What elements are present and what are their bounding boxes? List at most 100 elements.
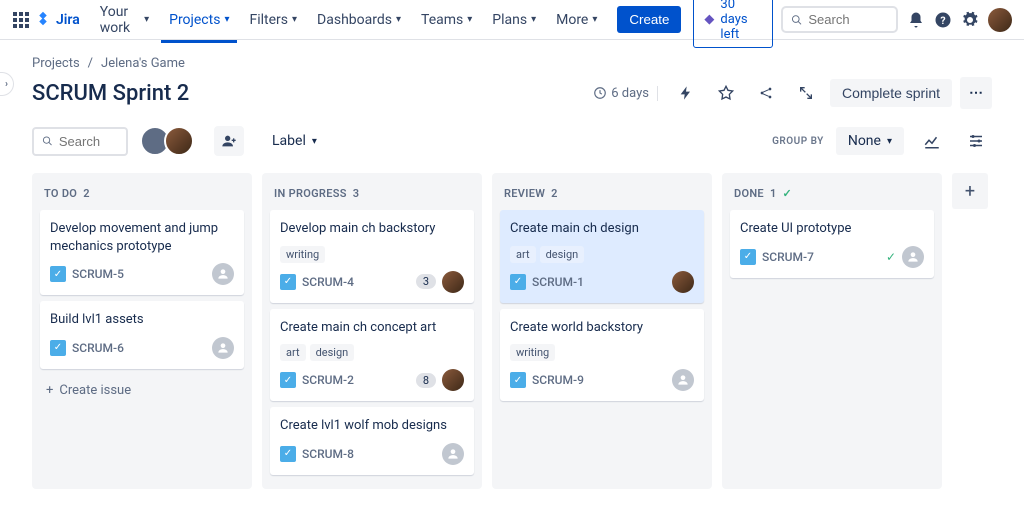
more-actions-button[interactable]: ⋯ (960, 77, 992, 109)
group-by-dropdown[interactable]: None ▾ (836, 127, 904, 155)
share-icon[interactable] (750, 77, 782, 109)
chevron-down-icon: ▾ (396, 14, 401, 25)
issue-card[interactable]: Create UI prototype✓SCRUM-7✓ (730, 210, 934, 278)
profile-avatar[interactable] (988, 6, 1012, 34)
breadcrumb-projects[interactable]: Projects (32, 56, 80, 71)
nav-projects[interactable]: Projects▾ (161, 6, 237, 34)
assignee-avatar[interactable] (672, 271, 694, 293)
chevron-down-icon: ▾ (887, 136, 892, 147)
chevron-down-icon: ▾ (531, 14, 536, 25)
done-check-icon: ✓ (886, 250, 896, 264)
issue-key[interactable]: SCRUM-2 (302, 373, 354, 387)
issue-key[interactable]: SCRUM-4 (302, 275, 354, 289)
settings-icon[interactable] (961, 6, 980, 34)
global-search[interactable] (781, 6, 898, 33)
breadcrumb-current[interactable]: Jelena's Game (101, 56, 185, 71)
issue-key[interactable]: SCRUM-9 (532, 373, 584, 387)
plus-icon: + (46, 383, 53, 398)
issue-card[interactable]: Create main ch designartdesign✓SCRUM-1 (500, 210, 704, 303)
label-dropdown[interactable]: Label ▾ (264, 127, 325, 155)
assignee-filter (140, 126, 194, 156)
assignee-avatar[interactable] (212, 263, 234, 285)
task-type-icon: ✓ (280, 274, 296, 290)
card-tags: artdesign (280, 344, 464, 361)
apps-switcher-icon[interactable] (12, 8, 30, 32)
nav-dashboards[interactable]: Dashboards▾ (309, 6, 409, 34)
fullscreen-icon[interactable] (790, 77, 822, 109)
nav-plans[interactable]: Plans▾ (484, 6, 544, 34)
star-icon[interactable] (710, 77, 742, 109)
issue-card[interactable]: Create world backstorywriting✓SCRUM-9 (500, 309, 704, 402)
jira-logo[interactable]: Jira (34, 11, 80, 29)
issue-card[interactable]: Create main ch concept artartdesign✓SCRU… (270, 309, 474, 402)
nav-your-work[interactable]: Your work▾ (92, 0, 157, 42)
card-tags: writing (510, 344, 694, 361)
page-title: SCRUM Sprint 2 (32, 81, 189, 106)
add-column-button[interactable]: + (952, 173, 988, 209)
automation-icon[interactable] (670, 77, 702, 109)
chevron-down-icon: ▾ (292, 14, 297, 25)
tag[interactable]: art (280, 344, 306, 361)
issue-card[interactable]: Develop movement and jump mechanics prot… (40, 210, 244, 295)
create-issue-inline[interactable]: +Create issue (40, 375, 244, 406)
nav-more[interactable]: More▾ (548, 6, 605, 34)
card-title: Create main ch design (510, 220, 694, 238)
issue-key[interactable]: SCRUM-5 (72, 267, 124, 281)
column-header[interactable]: DONE 1 ✓ (730, 181, 934, 210)
estimate-badge: 8 (416, 373, 436, 388)
assignee-avatar[interactable] (902, 246, 924, 268)
global-search-input[interactable] (808, 12, 887, 27)
assignee-avatar[interactable] (442, 369, 464, 391)
chevron-down-icon: ▾ (592, 14, 597, 25)
tag[interactable]: design (540, 246, 585, 263)
nav-filters[interactable]: Filters▾ (241, 6, 305, 34)
column-header[interactable]: IN PROGRESS 3 (270, 181, 474, 210)
board-column: REVIEW 2Create main ch designartdesign✓S… (492, 173, 712, 489)
card-tags: writing (280, 246, 464, 263)
add-people-button[interactable] (214, 126, 244, 156)
estimate-badge: 3 (416, 274, 436, 289)
issue-key[interactable]: SCRUM-6 (72, 341, 124, 355)
kanban-board: TO DO 2 Develop movement and jump mechani… (32, 173, 992, 489)
create-button[interactable]: Create (617, 6, 681, 33)
task-type-icon: ✓ (50, 340, 66, 356)
card-tags: artdesign (510, 246, 694, 263)
svg-text:?: ? (940, 13, 945, 26)
issue-key[interactable]: SCRUM-1 (532, 275, 584, 289)
top-nav: Jira Your work▾ Projects▾ Filters▾ Dashb… (0, 0, 1024, 40)
assignee-avatar[interactable] (672, 369, 694, 391)
complete-sprint-button[interactable]: Complete sprint (830, 79, 952, 107)
issue-card[interactable]: Build lvl1 assets✓SCRUM-6 (40, 301, 244, 369)
assignee-avatar[interactable] (442, 443, 464, 465)
card-title: Develop movement and jump mechanics prot… (50, 220, 234, 255)
tag[interactable]: design (310, 344, 355, 361)
tag[interactable]: art (510, 246, 536, 263)
chevron-down-icon: ▾ (312, 136, 317, 147)
card-title: Develop main ch backstory (280, 220, 464, 238)
board-search[interactable] (32, 127, 128, 156)
group-by-label: GROUP BY (772, 136, 824, 147)
board-column: IN PROGRESS 3 Develop main ch backstory wr… (262, 173, 482, 489)
insights-icon[interactable] (916, 125, 948, 157)
diamond-icon: ◆ (704, 12, 714, 27)
issue-card[interactable]: Create lvl1 wolf mob designs✓SCRUM-8 (270, 407, 474, 475)
issue-card[interactable]: Develop main ch backstory writing ✓ SCRUM-4… (270, 210, 474, 303)
view-settings-icon[interactable] (960, 125, 992, 157)
avatar-jelena[interactable] (164, 126, 194, 156)
notifications-icon[interactable] (906, 6, 925, 34)
assignee-avatar[interactable] (212, 337, 234, 359)
tag[interactable]: writing (280, 246, 325, 263)
breadcrumb: Projects / Jelena's Game (32, 56, 992, 71)
column-header[interactable]: TO DO 2 (40, 181, 244, 210)
help-icon[interactable]: ? (933, 6, 952, 34)
tag[interactable]: writing (510, 344, 555, 361)
chevron-down-icon: ▾ (224, 14, 229, 25)
board-search-input[interactable] (59, 134, 118, 149)
assignee-avatar[interactable] (442, 271, 464, 293)
issue-key[interactable]: SCRUM-8 (302, 447, 354, 461)
column-header[interactable]: REVIEW 2 (500, 181, 704, 210)
nav-teams[interactable]: Teams▾ (413, 6, 480, 34)
issue-key[interactable]: SCRUM-7 (762, 250, 814, 264)
product-name: Jira (56, 12, 80, 28)
card-title: Create main ch concept art (280, 319, 464, 337)
